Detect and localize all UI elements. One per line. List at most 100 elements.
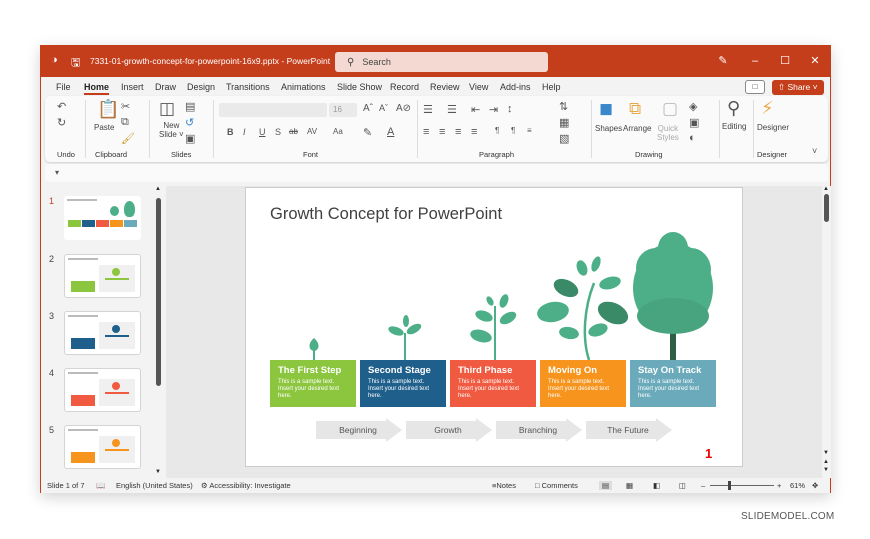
- slide-thumbnail-3[interactable]: [64, 311, 141, 355]
- section-icon[interactable]: ▣: [185, 132, 195, 145]
- phase-arrow[interactable]: Beginning: [316, 418, 402, 442]
- undo-icon[interactable]: ↶: [57, 100, 66, 113]
- phase-arrow[interactable]: The Future: [586, 418, 672, 442]
- reset-icon[interactable]: ↺: [185, 116, 194, 129]
- columns-icon[interactable]: ≡: [527, 126, 532, 135]
- slide-thumbnail-1[interactable]: [64, 196, 141, 240]
- font-color-icon[interactable]: A: [387, 126, 394, 138]
- save-icon[interactable]: 🖫: [71, 54, 80, 73]
- editor-scrollbar[interactable]: ▲ ▼ ▲ ▼: [822, 186, 831, 478]
- shrink-font-icon[interactable]: Aˇ: [379, 103, 388, 113]
- tab-file[interactable]: File: [56, 82, 71, 92]
- scroll-up-icon[interactable]: ▲: [823, 186, 829, 192]
- slide-thumbnail-2[interactable]: [64, 254, 141, 298]
- spellcheck-icon[interactable]: 📖: [96, 481, 105, 490]
- maximize-button[interactable]: ☐: [774, 52, 796, 70]
- designer-icon[interactable]: ⚡: [761, 98, 774, 119]
- scroll-down-icon[interactable]: ▼: [823, 450, 829, 456]
- tab-animations[interactable]: Animations: [281, 82, 326, 92]
- pen-icon[interactable]: ✎: [712, 52, 734, 70]
- numbering-icon[interactable]: ☰: [447, 103, 457, 116]
- comments-status-button[interactable]: □ Comments: [535, 481, 578, 490]
- stage-card[interactable]: Stay On Track This is a sample text. Inse…: [630, 360, 716, 407]
- rtl-icon[interactable]: ¶: [511, 126, 515, 135]
- reading-view-button[interactable]: ◧: [653, 481, 660, 490]
- tab-record[interactable]: Record: [390, 82, 419, 92]
- underline-button[interactable]: U: [259, 127, 266, 137]
- font-name-select[interactable]: [219, 103, 327, 117]
- shape-outline-icon[interactable]: ▣: [689, 116, 699, 129]
- italic-button[interactable]: I: [243, 127, 246, 137]
- tab-view[interactable]: View: [469, 82, 488, 92]
- zoom-slider-handle[interactable]: [728, 481, 731, 490]
- tab-help[interactable]: Help: [542, 82, 561, 92]
- tab-home[interactable]: Home: [84, 82, 110, 95]
- shapes-button[interactable]: Shapes: [595, 124, 622, 133]
- autosave-icon[interactable]: ◑: [51, 54, 58, 66]
- arrange-button[interactable]: Arrange: [623, 124, 651, 133]
- char-spacing-button[interactable]: AV: [307, 127, 317, 136]
- change-case-button[interactable]: Aa: [333, 127, 343, 136]
- slide-canvas[interactable]: Growth Concept for PowerPoint The First …: [245, 187, 743, 467]
- zoom-in-button[interactable]: +: [777, 481, 781, 490]
- shapes-icon[interactable]: ◼: [599, 99, 613, 119]
- grow-font-icon[interactable]: Aˆ: [363, 103, 373, 114]
- ltr-icon[interactable]: ¶: [495, 126, 499, 135]
- layout-icon[interactable]: ▤: [185, 100, 195, 113]
- shape-effects-icon[interactable]: ◐: [689, 132, 696, 144]
- tab-draw[interactable]: Draw: [155, 82, 176, 92]
- collapse-ribbon-icon[interactable]: ˅: [812, 146, 817, 156]
- new-slide-icon[interactable]: ◫: [159, 99, 175, 119]
- align-text-icon[interactable]: ▦: [559, 116, 569, 129]
- notes-button[interactable]: ≡Notes: [492, 481, 516, 490]
- normal-view-button[interactable]: ▤: [599, 481, 613, 490]
- editing-button[interactable]: Editing: [722, 122, 746, 131]
- strikethrough-button[interactable]: ab: [289, 127, 298, 136]
- share-button[interactable]: ⇧ Share ˅: [772, 80, 824, 95]
- bold-button[interactable]: B: [227, 127, 234, 137]
- comments-button[interactable]: □: [745, 80, 765, 94]
- designer-button[interactable]: Designer: [757, 123, 789, 132]
- tab-insert[interactable]: Insert: [121, 82, 144, 92]
- stage-card[interactable]: Second Stage This is a sample text. Inser…: [360, 360, 446, 407]
- tab-design[interactable]: Design: [187, 82, 215, 92]
- slide-sorter-button[interactable]: ▦: [626, 481, 633, 490]
- close-button[interactable]: ✕: [804, 52, 826, 70]
- scroll-up-icon[interactable]: ▲: [155, 186, 161, 192]
- format-painter-icon[interactable]: 🖌: [121, 132, 135, 145]
- scrollbar-thumb[interactable]: [156, 198, 161, 386]
- scrollbar-thumb[interactable]: [824, 194, 829, 222]
- next-slide-icon[interactable]: ▼: [823, 467, 829, 473]
- new-slide-button[interactable]: New Slide ˅: [159, 121, 184, 139]
- accessibility-status[interactable]: ⚙ Accessibility: Investigate: [201, 481, 291, 490]
- minimize-button[interactable]: –: [744, 52, 766, 70]
- zoom-slider[interactable]: [710, 485, 774, 486]
- align-left-icon[interactable]: ≡: [423, 126, 429, 138]
- bullets-icon[interactable]: ☰: [423, 103, 433, 116]
- line-spacing-icon[interactable]: ↕: [507, 103, 513, 115]
- clear-format-icon[interactable]: A⊘: [396, 103, 411, 114]
- stage-card[interactable]: Moving On This is a sample text. Insert y…: [540, 360, 626, 407]
- slide-thumbnail-5[interactable]: [64, 425, 141, 469]
- zoom-level[interactable]: 61%: [790, 481, 805, 490]
- tab-add-ins[interactable]: Add-ins: [500, 82, 531, 92]
- previous-slide-icon[interactable]: ▲: [823, 459, 829, 465]
- increase-indent-icon[interactable]: ⇥: [489, 103, 498, 116]
- search-icon[interactable]: ⚲: [727, 98, 740, 119]
- paste-button[interactable]: Paste: [94, 123, 114, 132]
- align-right-icon[interactable]: ≡: [455, 126, 461, 138]
- stage-card[interactable]: The First Step This is a sample text. Ins…: [270, 360, 356, 407]
- redo-icon[interactable]: ↻: [57, 116, 66, 129]
- text-direction-icon[interactable]: ⇅: [559, 100, 568, 113]
- search-box[interactable]: ⚲ Search: [335, 52, 548, 72]
- font-size-select[interactable]: 16: [329, 103, 357, 117]
- quick-styles-button[interactable]: Quick Styles: [657, 124, 679, 142]
- slide-thumbnail-4[interactable]: [64, 368, 141, 412]
- thumbnails-scrollbar[interactable]: ▲ ▼: [155, 186, 163, 478]
- decrease-indent-icon[interactable]: ⇤: [471, 103, 480, 116]
- cut-icon[interactable]: ✂: [121, 100, 130, 113]
- paste-icon[interactable]: 📋: [97, 99, 119, 120]
- tab-transitions[interactable]: Transitions: [226, 82, 270, 92]
- slideshow-button[interactable]: ◫: [679, 481, 686, 490]
- copy-icon[interactable]: ⧉: [121, 116, 129, 129]
